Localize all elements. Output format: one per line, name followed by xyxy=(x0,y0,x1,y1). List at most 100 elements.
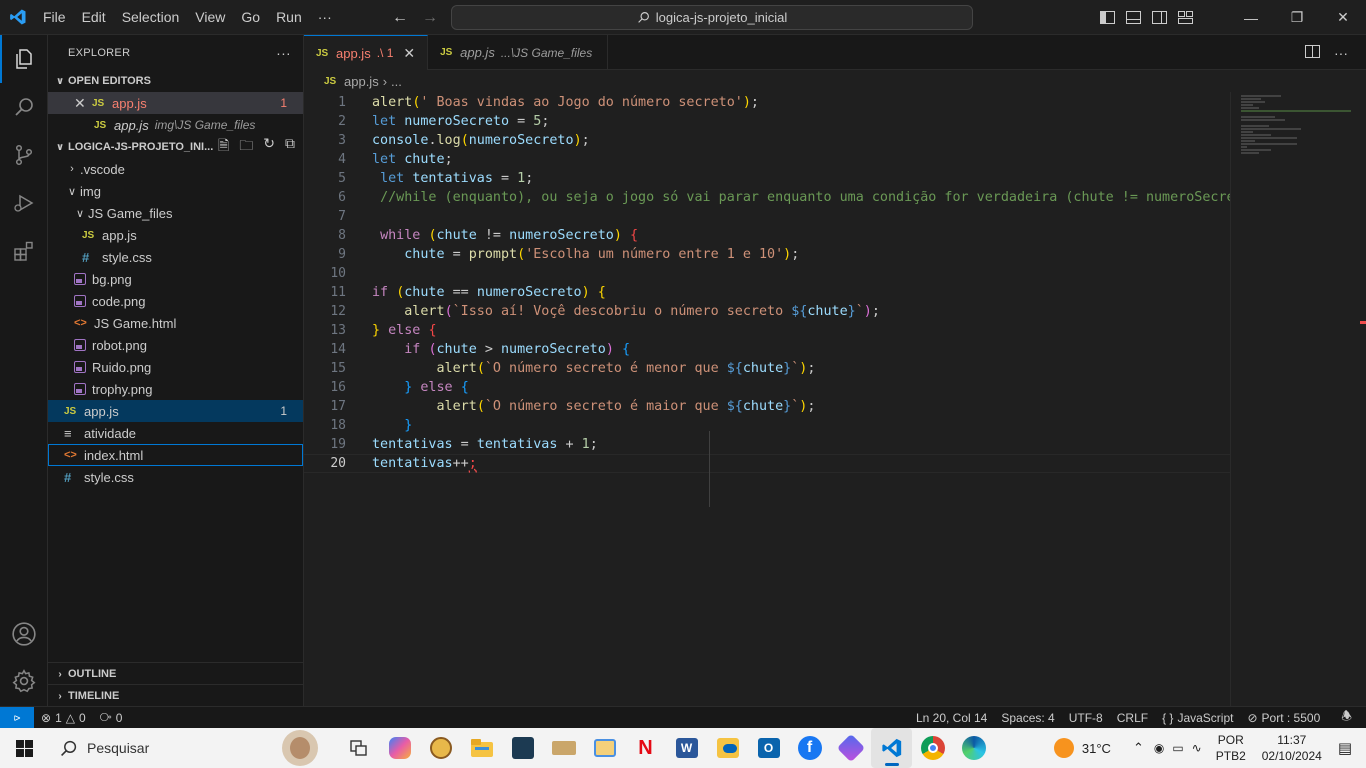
indentation[interactable]: Spaces: 4 xyxy=(994,711,1061,725)
search-sidebar-icon[interactable] xyxy=(0,83,48,131)
notification-center-icon[interactable]: ▤ xyxy=(1338,739,1352,757)
copilot-icon[interactable] xyxy=(379,728,420,768)
tab-app-js[interactable]: JS app.js .\ 1 ✕ xyxy=(304,35,429,70)
toggle-primary-sidebar-icon[interactable] xyxy=(1094,0,1120,35)
weather-sun-icon[interactable] xyxy=(1053,738,1074,758)
tree-file[interactable]: <> JS Game.html xyxy=(48,312,303,334)
edge-icon[interactable] xyxy=(953,728,994,768)
source-control-icon[interactable] xyxy=(0,131,48,179)
tree-file[interactable]: JS app.js xyxy=(48,224,303,246)
problems-indicator[interactable]: ⊗ 1 △ 0 xyxy=(34,711,93,725)
minimize-icon[interactable]: — xyxy=(1228,0,1274,35)
wifi-icon[interactable]: ∿ xyxy=(1192,741,1202,755)
breadcrumb-more[interactable]: ... xyxy=(391,74,402,89)
menu-view[interactable]: View xyxy=(187,0,233,35)
menu-run[interactable]: Run xyxy=(268,0,310,35)
close-tab-icon[interactable]: ✕ xyxy=(403,45,415,62)
timeline-header[interactable]: › TIMELINE xyxy=(48,685,303,707)
task-view-icon[interactable] xyxy=(338,728,379,768)
word-icon[interactable]: W xyxy=(666,728,707,768)
chevron-down-icon: ∨ xyxy=(55,75,65,87)
menu-selection[interactable]: Selection xyxy=(114,0,188,35)
vscode-taskbar-icon[interactable] xyxy=(871,728,912,768)
open-editor-item[interactable]: JS app.js img\JS Game_files xyxy=(48,114,303,136)
menu-more[interactable]: ··· xyxy=(310,0,340,35)
project-folder-header[interactable]: ∨ LOGICA-JS-PROJETO_INI... 🗎 🗀 ↻ ⧉ xyxy=(48,135,303,159)
minimap[interactable] xyxy=(1230,92,1366,706)
open-editor-item[interactable]: ✕ JS app.js 1 xyxy=(48,92,303,114)
split-editor-icon[interactable] xyxy=(1305,44,1320,61)
command-center[interactable]: logica-js-projeto_inicial xyxy=(451,5,973,30)
tab-app-js-game-files[interactable]: JS app.js ...\JS Game_files xyxy=(428,35,609,70)
extensions-icon[interactable] xyxy=(0,227,48,275)
tree-file[interactable]: trophy.png xyxy=(48,378,303,400)
media-player-icon[interactable] xyxy=(584,728,625,768)
cursor-position[interactable]: Ln 20, Col 14 xyxy=(909,711,994,725)
tree-file[interactable]: # style.css xyxy=(48,246,303,268)
run-debug-icon[interactable] xyxy=(0,179,48,227)
breadcrumb-file[interactable]: app.js xyxy=(344,74,379,89)
new-folder-icon[interactable]: 🗀 xyxy=(239,135,253,159)
outline-header[interactable]: › OUTLINE xyxy=(48,663,303,685)
encoding[interactable]: UTF-8 xyxy=(1062,711,1110,725)
input-language[interactable]: POR PTB2 xyxy=(1216,732,1246,764)
explorer-icon[interactable] xyxy=(0,35,48,83)
outlook-icon[interactable]: O xyxy=(748,728,789,768)
tree-file[interactable]: robot.png xyxy=(48,334,303,356)
tree-file[interactable]: # style.css xyxy=(48,466,303,488)
tree-file[interactable]: <> index.html xyxy=(48,444,303,466)
more-actions-icon[interactable]: ··· xyxy=(1334,45,1348,61)
tree-file[interactable]: ≡ atividade xyxy=(48,422,303,444)
tree-file[interactable]: Ruido.png xyxy=(48,356,303,378)
close-window-icon[interactable]: ✕ xyxy=(1320,0,1366,35)
accounts-icon[interactable] xyxy=(0,610,48,658)
onedrive-icon[interactable] xyxy=(707,728,748,768)
remote-indicator-icon[interactable]: ⪧ xyxy=(0,706,34,729)
tree-folder-vscode[interactable]: › .vscode xyxy=(48,158,303,180)
collapse-all-icon[interactable]: ⧉ xyxy=(285,135,295,159)
tree-file[interactable]: bg.png xyxy=(48,268,303,290)
ports-indicator[interactable]: ⧂ 0 xyxy=(93,710,130,725)
refresh-icon[interactable]: ↻ xyxy=(263,135,275,159)
toggle-secondary-sidebar-icon[interactable] xyxy=(1146,0,1172,35)
app-icon[interactable] xyxy=(502,728,543,768)
language-mode[interactable]: { } JavaScript xyxy=(1155,711,1240,725)
new-file-icon[interactable]: 🗎 xyxy=(218,135,229,159)
end-of-line[interactable]: CRLF xyxy=(1110,711,1155,725)
live-server-port[interactable]: ⊘ Port : 5500 xyxy=(1240,711,1327,725)
forward-arrow-icon[interactable]: → xyxy=(422,9,438,27)
tree-file-active[interactable]: JS app.js 1 xyxy=(48,400,303,422)
facebook-icon[interactable]: f xyxy=(789,728,830,768)
temperature[interactable]: 31°C xyxy=(1082,741,1111,756)
open-editors-header[interactable]: ∨ OPEN EDITORS xyxy=(48,70,303,92)
settings-gear-icon[interactable] xyxy=(0,657,48,705)
menu-file[interactable]: File xyxy=(35,0,74,35)
notifications-bell-icon[interactable]: 🕭 xyxy=(1327,707,1366,728)
restore-icon[interactable]: ❐ xyxy=(1274,0,1320,35)
clock[interactable]: 11:37 02/10/2024 xyxy=(1262,732,1322,764)
app-icon[interactable] xyxy=(543,728,584,768)
file-explorer-icon[interactable] xyxy=(461,728,502,768)
code-editor[interactable]: 1 alert(' Boas vindas ao Jogo do número s… xyxy=(304,92,1259,706)
menu-go[interactable]: Go xyxy=(233,0,268,35)
back-arrow-icon[interactable]: ← xyxy=(392,9,408,27)
tree-folder-js-game-files[interactable]: ∨ JS Game_files xyxy=(48,202,303,224)
toggle-panel-icon[interactable] xyxy=(1120,0,1146,35)
network-icon[interactable]: ▭ xyxy=(1172,741,1183,755)
chevron-right-icon: › xyxy=(70,163,74,175)
chrome-icon[interactable] xyxy=(912,728,953,768)
explorer-more-button[interactable]: ··· xyxy=(276,45,291,61)
close-icon[interactable]: ✕ xyxy=(74,95,92,112)
taskbar-search[interactable]: Pesquisar xyxy=(48,728,318,768)
code-line: 13} else { xyxy=(304,321,1230,340)
menu-edit[interactable]: Edit xyxy=(74,0,114,35)
chevron-up-icon[interactable]: ⌃ xyxy=(1133,740,1144,756)
game-app-icon[interactable] xyxy=(420,728,461,768)
tree-folder-img[interactable]: ∨ img xyxy=(48,180,303,202)
windows-start-icon[interactable] xyxy=(0,728,48,768)
app-icon[interactable] xyxy=(830,728,871,768)
tree-file[interactable]: code.png xyxy=(48,290,303,312)
customize-layout-icon[interactable] xyxy=(1172,0,1198,35)
netflix-icon[interactable]: N xyxy=(625,728,666,768)
meet-icon[interactable]: ◉ xyxy=(1154,741,1164,755)
